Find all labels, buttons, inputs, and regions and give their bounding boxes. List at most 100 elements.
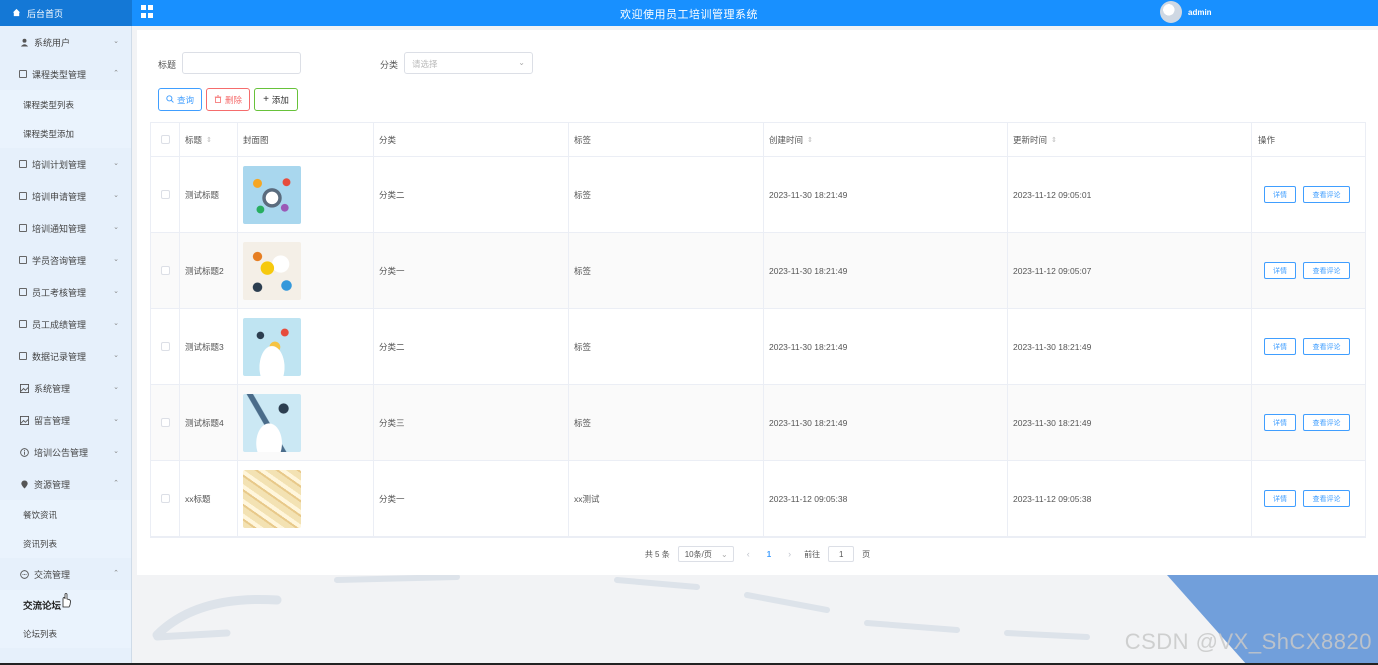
cell-category: 分类一 — [374, 461, 569, 536]
view-comments-button[interactable]: 查看评论 — [1303, 338, 1350, 355]
row-checkbox[interactable] — [160, 494, 170, 503]
sidebar-item-label: 员工考核管理 — [32, 287, 87, 298]
cell-updated: 2023-11-12 09:05:07 — [1008, 233, 1252, 308]
table-header-row: 标题 ⇕ 封面图 分类 标签 创建时间 ⇕ 更新时间 ⇕ 操作 — [151, 123, 1365, 157]
detail-button[interactable]: 详情 — [1264, 338, 1296, 355]
row-checkbox-cell — [151, 461, 180, 536]
sidebar-item-communication[interactable]: 交流管理 ⌃ — [0, 558, 131, 590]
cell-ops: 详情 查看评论 — [1252, 233, 1367, 308]
cell-updated: 2023-11-12 09:05:38 — [1008, 461, 1252, 536]
chevron-down-icon: ⌄ — [113, 256, 119, 263]
header-ops: 操作 — [1258, 134, 1276, 145]
header-title[interactable]: 标题 ⇕ — [180, 123, 238, 156]
select-all-checkbox[interactable] — [160, 135, 170, 144]
sidebar: 系统用户 ⌄ 课程类型管理 ⌃ 课程类型列表 课程类型添加 培训计划管理 ⌄ 培… — [0, 26, 132, 665]
sidebar-item-data-records[interactable]: 数据记录管理 ⌄ — [0, 340, 131, 372]
cover-image[interactable] — [243, 165, 301, 224]
sort-icon[interactable]: ⇕ — [807, 136, 813, 144]
folder-icon — [19, 320, 27, 328]
sidebar-item-training-applications[interactable]: 培训申请管理 ⌄ — [0, 180, 131, 212]
delete-button[interactable]: 删除 — [206, 88, 250, 111]
sidebar-item-announcements[interactable]: 培训公告管理 ⌄ — [0, 436, 131, 468]
sidebar-item-label: 资源管理 — [34, 479, 71, 490]
user-menu[interactable]: admin — [1160, 1, 1212, 23]
row-checkbox[interactable] — [160, 418, 170, 427]
main-panel: 标题 分类 请选择 ⌄ 查询 删除 + 添加 标题 ⇕ 封面图 分类 标签 创建时… — [137, 30, 1378, 575]
cell-created: 2023-11-30 18:21:49 — [764, 385, 1008, 460]
title-filter-input[interactable] — [182, 52, 301, 74]
view-comments-button[interactable]: 查看评论 — [1303, 414, 1350, 431]
sidebar-item-messages[interactable]: 留言管理 ⌄ — [0, 404, 131, 436]
view-comments-button[interactable]: 查看评论 — [1303, 490, 1350, 507]
page-size-select[interactable]: 10条/页 ⌄ — [677, 546, 734, 562]
detail-button[interactable]: 详情 — [1264, 490, 1296, 507]
view-comments-button[interactable]: 查看评论 — [1303, 262, 1350, 279]
folder-icon — [19, 70, 27, 78]
sort-icon[interactable]: ⇕ — [206, 136, 212, 144]
header-checkbox-cell — [151, 123, 180, 156]
cell-ops: 详情 查看评论 — [1252, 385, 1367, 460]
page-size-value: 10条/页 — [684, 549, 712, 559]
sidebar-item-label: 培训计划管理 — [32, 159, 87, 170]
cell-cover — [238, 309, 374, 384]
header-updated[interactable]: 更新时间 ⇕ — [1008, 123, 1252, 156]
category-select[interactable]: 请选择 ⌄ — [404, 52, 533, 74]
sidebar-item-label: 学员咨询管理 — [32, 255, 87, 266]
search-icon — [166, 94, 174, 105]
cell-updated: 2023-11-12 09:05:01 — [1008, 157, 1252, 232]
sidebar-item-label: 培训通知管理 — [32, 223, 87, 234]
sidebar-item-employee-scores[interactable]: 员工成绩管理 ⌄ — [0, 308, 131, 340]
cell-cover — [238, 461, 374, 536]
row-checkbox[interactable] — [160, 190, 170, 199]
query-button[interactable]: 查询 — [158, 88, 202, 111]
sidebar-subitem[interactable]: 课程类型列表 — [0, 90, 131, 119]
chevron-down-icon: ⌄ — [113, 224, 119, 231]
sidebar-item-resources[interactable]: 资源管理 ⌃ — [0, 468, 131, 500]
sidebar-item-course-types[interactable]: 课程类型管理 ⌃ — [0, 58, 131, 90]
avatar[interactable] — [1160, 1, 1182, 23]
sidebar-item-training-plans[interactable]: 培训计划管理 ⌄ — [0, 148, 131, 180]
cell-title: 测试标题4 — [180, 385, 238, 460]
category-filter-label: 分类 — [380, 60, 399, 70]
sidebar-subitem[interactable]: 课程类型添加 — [0, 119, 131, 148]
sidebar-item-student-consult[interactable]: 学员咨询管理 ⌄ — [0, 244, 131, 276]
next-page-icon[interactable]: › — [783, 549, 796, 559]
prev-page-icon[interactable]: ‹ — [742, 549, 755, 559]
cover-image[interactable] — [243, 469, 301, 528]
trash-icon — [214, 94, 222, 105]
page-suffix: 页 — [862, 549, 871, 559]
row-checkbox[interactable] — [160, 266, 170, 275]
sidebar-subitem[interactable]: 资讯列表 — [0, 529, 131, 558]
detail-button[interactable]: 详情 — [1264, 414, 1296, 431]
add-button[interactable]: + 添加 — [254, 88, 298, 111]
sidebar-item-system-users[interactable]: 系统用户 ⌄ — [0, 26, 131, 58]
chevron-down-icon: ⌄ — [113, 352, 119, 359]
title-filter-label: 标题 — [158, 60, 177, 70]
sidebar-item-system-management[interactable]: 系统管理 ⌄ — [0, 372, 131, 404]
sidebar-subitem[interactable]: 餐饮资讯 — [0, 500, 131, 529]
header-created[interactable]: 创建时间 ⇕ — [764, 123, 1008, 156]
page-number-current[interactable]: 1 — [763, 550, 775, 559]
detail-button[interactable]: 详情 — [1264, 262, 1296, 279]
detail-button[interactable]: 详情 — [1264, 186, 1296, 203]
cell-cover — [238, 157, 374, 232]
chevron-down-icon: ⌄ — [721, 549, 728, 559]
cell-created: 2023-11-30 18:21:49 — [764, 157, 1008, 232]
cover-image[interactable] — [243, 241, 301, 300]
sort-icon[interactable]: ⇕ — [1051, 136, 1057, 144]
cover-image[interactable] — [243, 393, 301, 452]
watermark: CSDN @VX_ShCX8820 — [1124, 629, 1372, 654]
sidebar-subitem[interactable]: 论坛列表 — [0, 619, 131, 648]
folder-icon — [19, 352, 27, 360]
cover-image[interactable] — [243, 317, 301, 376]
row-checkbox[interactable] — [160, 342, 170, 351]
goto-page-input[interactable]: 1 — [828, 546, 855, 562]
sidebar-item-training-notices[interactable]: 培训通知管理 ⌄ — [0, 212, 131, 244]
table-row: 测试标题4 分类三 标签 2023-11-30 18:21:49 2023-11… — [151, 385, 1365, 461]
plus-icon: + — [263, 94, 269, 105]
sidebar-item-employee-assessment[interactable]: 员工考核管理 ⌄ — [0, 276, 131, 308]
pagination: 共 5 条 10条/页 ⌄ ‹ 1 › 前往 1 页 — [137, 546, 1378, 562]
view-comments-button[interactable]: 查看评论 — [1303, 186, 1350, 203]
cell-tag: 标签 — [569, 157, 764, 232]
top-bar: 后台首页 欢迎使用员工培训管理系统 admin — [0, 0, 1378, 26]
